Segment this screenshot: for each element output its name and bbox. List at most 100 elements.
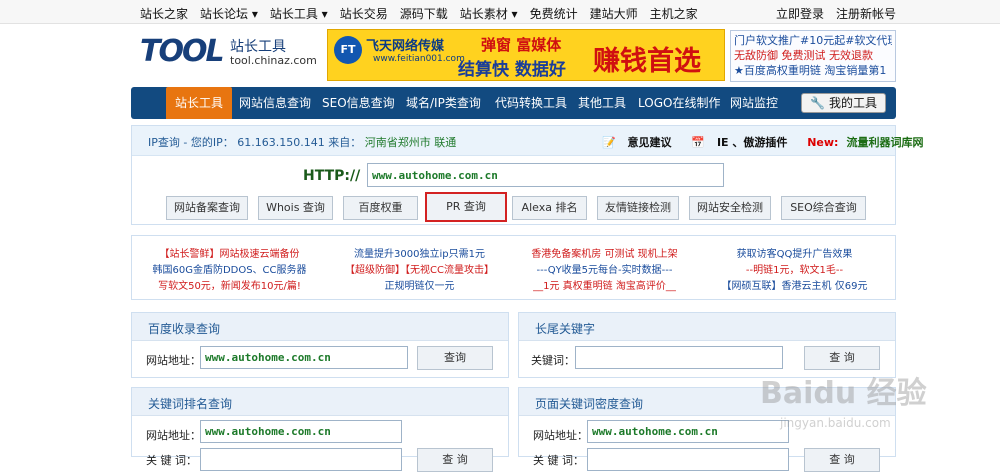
- site-url-input[interactable]: www.autohome.com.cn: [200, 420, 402, 443]
- suggest-label: 意见建议: [627, 136, 672, 149]
- ad-link[interactable]: 获取访客QQ提升广告效果: [702, 247, 887, 263]
- ad-link[interactable]: __1元 真权重明链 淘宝高评价__: [517, 279, 692, 295]
- keyword-input[interactable]: [200, 448, 402, 471]
- field-label: 关 键 词：: [146, 454, 197, 467]
- ip-from-label: 来自：: [328, 136, 362, 149]
- login-link[interactable]: 立即登录: [776, 5, 824, 22]
- ad-link[interactable]: 香港免备案机房 可测试 现机上架: [517, 247, 692, 263]
- new-link[interactable]: New: 流量利器词库网: [807, 134, 931, 150]
- ad-link[interactable]: 【站长警鲜】网站极速云端备份: [142, 247, 317, 263]
- keyword-rank-card: 关键词排名查询 网站地址： www.autohome.com.cn 关 键 词：…: [131, 387, 509, 472]
- comment-icon: 📝: [602, 136, 616, 149]
- ad-column: 获取访客QQ提升广告效果 --明链1元，软文1毛-- 【网硕互联】香港云主机 仅…: [702, 247, 887, 295]
- text-ad-link[interactable]: ★百度高权重明链 淘宝销量第1: [734, 63, 892, 78]
- ad-link[interactable]: 正规明链仅一元: [332, 279, 507, 295]
- friendlink-button[interactable]: 友情链接检测: [597, 196, 679, 220]
- top-link[interactable]: 站长素材 ▾: [460, 5, 518, 22]
- text-ad-link[interactable]: 无敌防御 免费测试 无效退款: [734, 48, 892, 63]
- field-label: 网站地址：: [146, 429, 201, 442]
- logo-mark: TOOL: [140, 34, 225, 69]
- banner-slogan: 赚钱首选: [593, 46, 701, 77]
- nav-item-logo-maker[interactable]: LOGO在线制作: [638, 87, 720, 119]
- keyword-input[interactable]: [587, 448, 789, 471]
- new-text: 流量利器词库网: [846, 136, 924, 149]
- top-bar: 站长之家 站长论坛 ▾ 站长工具 ▾ 站长交易 源码下载 站长素材 ▾ 免费统计…: [0, 0, 1000, 24]
- nav-item-tools[interactable]: 站长工具: [166, 87, 233, 119]
- site-url-input[interactable]: www.autohome.com.cn: [200, 346, 408, 369]
- feedback-links: 📝 意见建议 📅 IE 、傲游插件 New: 流量利器词库网: [602, 134, 939, 150]
- ad-link[interactable]: --明链1元，软文1毛--: [702, 263, 887, 279]
- security-button[interactable]: 网站安全检测: [689, 196, 771, 220]
- logo-url: tool.chinaz.com: [230, 54, 317, 67]
- icp-query-button[interactable]: 网站备案查询: [166, 196, 248, 220]
- query-button[interactable]: 查 询: [417, 448, 493, 472]
- banner-line2: 结算快 数据好: [458, 60, 566, 80]
- banner-line1: 弹窗 富媒体: [481, 36, 562, 54]
- plugin-label: IE 、傲游插件: [716, 136, 788, 149]
- whois-button[interactable]: Whois 查询: [258, 196, 333, 220]
- ad-link[interactable]: 写软文50元，新闻发布10元/篇!: [142, 279, 317, 295]
- top-link[interactable]: 站长工具 ▾: [270, 5, 328, 22]
- ad-banner[interactable]: FT 飞天网络传媒 www.feitian001.com 弹窗 富媒体 结算快 …: [327, 29, 725, 81]
- nav-item-code-convert[interactable]: 代码转换工具: [495, 87, 567, 119]
- query-button[interactable]: 查询: [417, 346, 493, 370]
- ip-info: IP查询 - 您的IP： 61.163.150.141 来自： 河南省郑州市 联…: [148, 134, 456, 150]
- my-tools-label: 我的工具: [828, 96, 877, 110]
- nav-item-monitor[interactable]: 网站监控: [730, 87, 778, 119]
- site-url-input[interactable]: www.autohome.com.cn: [587, 420, 789, 443]
- ip-location: 河南省郑州市 联通: [364, 136, 457, 149]
- ad-link[interactable]: 韩国60G金盾防DDOS、CC服务器: [142, 263, 317, 279]
- ad-link[interactable]: 【超级防御】【无视CC流量攻击】: [332, 263, 507, 279]
- keyword-input[interactable]: [575, 346, 783, 369]
- alexa-button[interactable]: Alexa 排名: [512, 196, 587, 220]
- url-input[interactable]: www.autohome.com.cn: [367, 163, 724, 187]
- new-label: New:: [807, 136, 839, 149]
- my-tools-button[interactable]: 🔧 我的工具: [801, 93, 886, 113]
- wrench-icon: 🔧: [810, 96, 826, 110]
- query-panel: IP查询 - 您的IP： 61.163.150.141 来自： 河南省郑州市 联…: [131, 125, 923, 225]
- text-ad-box: 门户软文推广#10元起#软文代理 无敌防御 免费测试 无效退款 ★百度高权重明链…: [730, 30, 896, 82]
- field-label: 网站地址：: [533, 429, 588, 442]
- text-ad-link[interactable]: 门户软文推广#10元起#软文代理: [734, 33, 892, 48]
- ad-link[interactable]: 流量提升3000独立ip只需1元: [332, 247, 507, 263]
- ad-link[interactable]: ---QY收量5元每台-实时数据---: [517, 263, 692, 279]
- query-button[interactable]: 查 询: [804, 346, 880, 370]
- top-links-right: 立即登录 注册新帐号: [776, 5, 896, 22]
- baidu-watermark: Baidu 经验 jingyan.baidu.com: [760, 368, 990, 448]
- ad-link[interactable]: 【网硕互联】香港云主机 仅69元: [702, 279, 887, 295]
- field-label: 网站地址：: [146, 354, 201, 367]
- ip-label: IP查询 - 您的IP：: [148, 136, 234, 149]
- register-link[interactable]: 注册新帐号: [836, 5, 896, 22]
- top-link[interactable]: 站长之家: [140, 5, 188, 22]
- ip-value: 61.163.150.141: [237, 136, 325, 149]
- logo-title: 站长工具: [230, 39, 286, 55]
- nav-item-other-tools[interactable]: 其他工具: [578, 87, 626, 119]
- plugin-link[interactable]: 📅 IE 、傲游插件: [691, 134, 795, 150]
- top-link[interactable]: 源码下载: [400, 5, 448, 22]
- baidu-index-card: 百度收录查询 网站地址： www.autohome.com.cn 查询: [131, 312, 509, 378]
- nav-item-domain-ip[interactable]: 域名/IP类查询: [406, 87, 481, 119]
- nav-item-site-info[interactable]: 网站信息查询: [239, 87, 311, 119]
- card-title: 百度收录查询: [132, 313, 508, 341]
- top-link[interactable]: 站长论坛 ▾: [200, 5, 258, 22]
- suggest-link[interactable]: 📝 意见建议: [602, 134, 680, 150]
- nav-item-seo-info[interactable]: SEO信息查询: [322, 87, 395, 119]
- top-link[interactable]: 站长交易: [340, 5, 388, 22]
- query-button[interactable]: 查 询: [804, 448, 880, 472]
- site-logo[interactable]: TOOL 站长工具 tool.chinaz.com: [140, 32, 317, 76]
- card-title: 关键词排名查询: [132, 388, 508, 416]
- top-link[interactable]: 免费统计: [530, 5, 578, 22]
- main-nav: 站长工具 网站信息查询 SEO信息查询 域名/IP类查询 代码转换工具 其他工具…: [131, 87, 896, 119]
- ad-grid: 【站长警鲜】网站极速云端备份 韩国60G金盾防DDOS、CC服务器 写软文50元…: [131, 235, 896, 300]
- card-title: 长尾关键字: [519, 313, 895, 341]
- ad-column: 香港免备案机房 可测试 现机上架 ---QY收量5元每台-实时数据--- __1…: [517, 247, 692, 295]
- top-link[interactable]: 建站大师: [590, 5, 638, 22]
- banner-brand: 飞天网络传媒: [366, 39, 445, 54]
- baidu-weight-button[interactable]: 百度权重: [343, 196, 418, 220]
- top-link[interactable]: 主机之家: [650, 5, 698, 22]
- seo-button[interactable]: SEO综合查询: [781, 196, 866, 220]
- ip-bar: IP查询 - 您的IP： 61.163.150.141 来自： 河南省郑州市 联…: [132, 126, 923, 156]
- field-label: 关键词：: [531, 354, 575, 367]
- watermark-main: Baidu 经验: [760, 376, 927, 411]
- pr-query-button[interactable]: PR 查询: [425, 192, 507, 222]
